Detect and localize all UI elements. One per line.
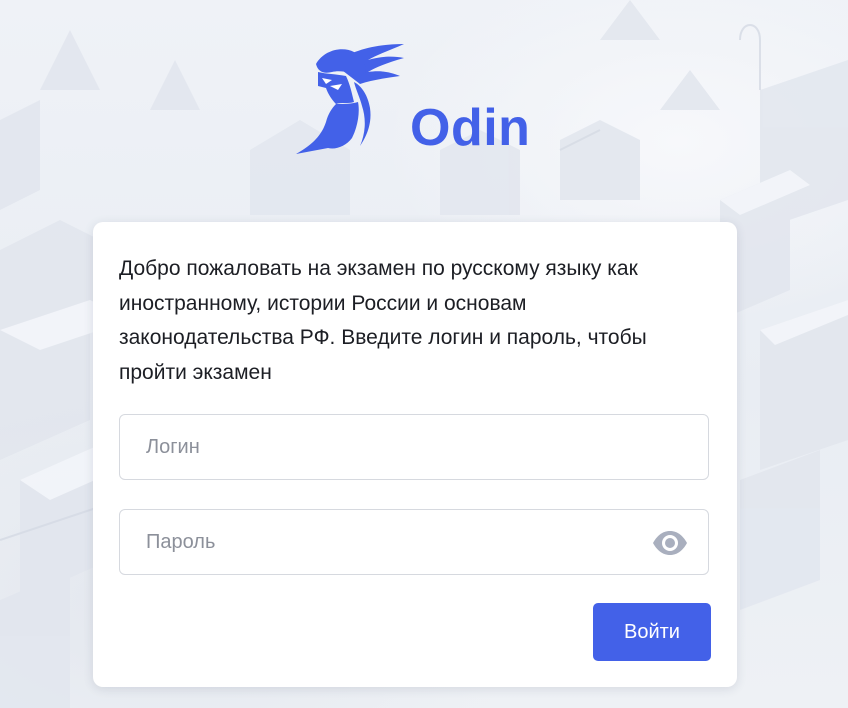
- welcome-text: Добро пожаловать на экзамен по русскому …: [119, 257, 647, 384]
- eye-icon[interactable]: [652, 527, 688, 559]
- login-field[interactable]: [119, 414, 709, 480]
- password-input[interactable]: [120, 510, 708, 574]
- brand-name: Odin: [410, 99, 531, 157]
- helmeted-warrior-logo-icon: [296, 44, 404, 154]
- login-button[interactable]: Войти: [593, 603, 711, 661]
- brand-logo: Odin: [296, 42, 556, 157]
- login-card: Добро пожаловать на экзамен по русскому …: [93, 222, 737, 687]
- password-field[interactable]: [119, 509, 709, 575]
- login-input[interactable]: [120, 415, 708, 479]
